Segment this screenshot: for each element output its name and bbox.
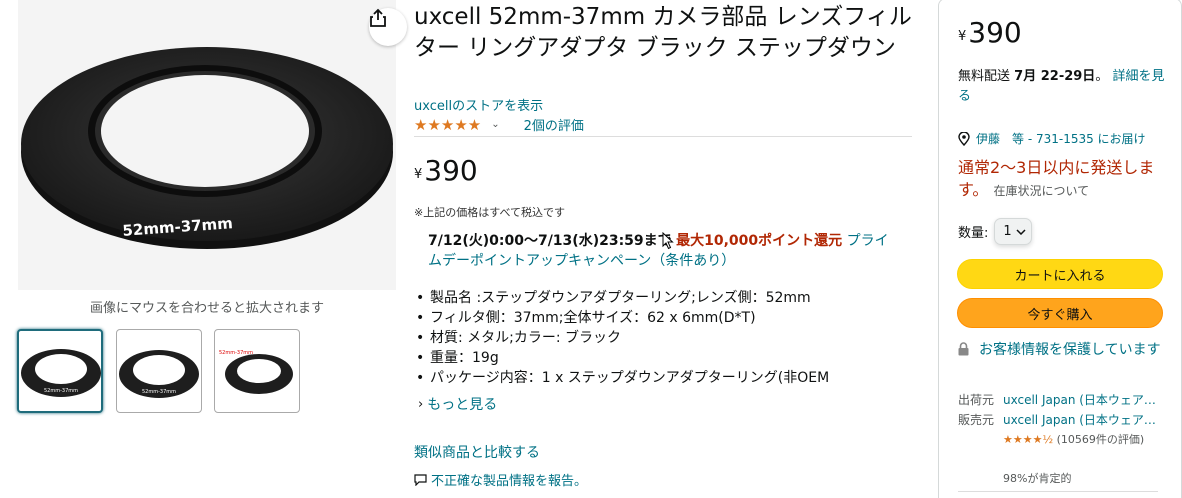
delivery-prefix: 無料配送 [958, 69, 1011, 84]
promo-points: 最大10,000ポイント還元 [676, 233, 843, 249]
location-label[interactable]: 伊藤 等 - 731-1535 にお届け [976, 130, 1146, 147]
quantity-select[interactable]: 1 [994, 218, 1033, 245]
compare-link[interactable]: 類似商品と比較する [414, 442, 540, 462]
report-label[interactable]: 不正確な製品情報を報告。 [431, 470, 587, 489]
rating-row: ★★★★★ ⌄ 2個の評価 [414, 115, 584, 135]
zoom-hint: 画像にマウスを合わせると拡大されます [89, 301, 324, 316]
delivery-suffix: 。 [1095, 69, 1109, 84]
feature-bullet: 重量：19g [414, 348, 914, 368]
feature-bullet: パッケージ内容：1 x ステップダウンアダプターリング(非OEM [414, 368, 914, 388]
thumbnail-2[interactable]: 52mm-37mm [116, 329, 202, 413]
mouse-cursor-icon [662, 232, 674, 250]
shipper-row: 出荷元 uxcell Japan (日本ウェア… [958, 390, 1163, 410]
buy-now-button[interactable]: 今すぐ購入 [957, 298, 1163, 328]
shipper-value[interactable]: uxcell Japan (日本ウェア… [1003, 390, 1163, 410]
lens-ring-image: 52mm-37mm [21, 47, 393, 249]
secure-transaction[interactable]: お客様情報を保護しています [958, 340, 1170, 360]
delivery-date: 7月 22-29日 [1014, 69, 1096, 84]
show-more-link[interactable]: › もっと見る [418, 394, 497, 414]
promo-period: 7/12(火)0:00〜7/13(水)23:59まで [428, 233, 672, 249]
quantity-row: 数量: 1 [958, 218, 1033, 245]
currency-symbol: ¥ [958, 29, 967, 44]
seller-rating[interactable]: ★★★★½ (10569件の評価) [1003, 430, 1173, 450]
feature-bullets: 製品名 :ステップダウンアダプターリング;レンズ側：52mm フィルタ側：37m… [414, 288, 914, 388]
thumbnail-image: 52mm-37mm [219, 350, 293, 394]
thumbnail-3[interactable]: 52mm-37mm [214, 329, 300, 413]
seller-row: 販売元 uxcell Japan (日本ウェア… [958, 410, 1163, 430]
share-button[interactable] [369, 8, 407, 46]
feature-bullet: フィルタ側：37mm;全体サイズ：62 x 6mm(D*T) [414, 308, 914, 328]
seller-value[interactable]: uxcell Japan (日本ウェア… [1003, 410, 1163, 430]
product-price: ¥390 [414, 154, 478, 188]
thumbnail-1[interactable]: 52mm-37mm [17, 329, 103, 413]
seller-positive: 98%が肯定的 [1003, 472, 1072, 485]
buybox-price: ¥390 [958, 16, 1022, 50]
thumbnail-image: 52mm-37mm [21, 349, 101, 397]
lock-icon [958, 342, 969, 356]
report-icon [414, 473, 427, 486]
rating-stars[interactable]: ★★★★★ [414, 116, 481, 134]
shipper-label: 出荷元 [958, 393, 995, 407]
seller-stars: ★★★★½ [1003, 433, 1054, 446]
divider [958, 491, 1158, 492]
delivery-location[interactable]: 伊藤 等 - 731-1535 にお届け [958, 130, 1146, 147]
quantity-value: 1 [1003, 224, 1012, 239]
report-link[interactable]: 不正確な製品情報を報告。 [414, 470, 587, 489]
add-to-cart-button[interactable]: カートに入れる [957, 259, 1163, 289]
thumbnail-image: 52mm-37mm [119, 350, 199, 398]
chevron-down-icon [1016, 228, 1026, 235]
main-product-image[interactable]: 52mm-37mm [18, 0, 407, 290]
seller-label: 販売元 [958, 413, 995, 427]
price-value: 390 [424, 154, 478, 187]
stock-status: 通常2～3日以内に発送します。 在庫状況について [958, 157, 1170, 202]
divider [414, 136, 912, 137]
location-pin-icon [958, 131, 970, 146]
stock-info-link[interactable]: 在庫状況について [994, 184, 1090, 198]
delivery-info: 無料配送 7月 22-29日。 詳細を見る [958, 67, 1170, 107]
seller-rating-count: (10569件の評価) [1056, 433, 1145, 446]
share-icon [370, 8, 386, 27]
tax-note: ※上記の価格はすべて税込です [414, 206, 566, 219]
seller-info: 出荷元 uxcell Japan (日本ウェア… 販売元 uxcell Japa… [958, 390, 1163, 430]
store-link[interactable]: uxcellのストアを表示 [414, 95, 543, 114]
chevron-down-icon[interactable]: ⌄ [491, 119, 499, 130]
quantity-label: 数量: [958, 226, 989, 241]
thumbnail-label: 52mm-37mm [142, 389, 176, 395]
secure-label[interactable]: お客様情報を保護しています [979, 340, 1161, 360]
feature-bullet: 製品名 :ステップダウンアダプターリング;レンズ側：52mm [414, 288, 914, 308]
price-value: 390 [968, 16, 1022, 49]
feature-bullet: 材質: メタル;カラー: ブラック [414, 328, 914, 348]
show-more-label[interactable]: もっと見る [427, 394, 497, 414]
thumbnail-label: 52mm-37mm [44, 388, 78, 394]
currency-symbol: ¥ [414, 167, 423, 182]
product-title: uxcell 52mm-37mm カメラ部品 レンズフィルター リングアダプタ … [414, 4, 912, 61]
chevron-right-icon: › [418, 396, 424, 412]
rating-count-link[interactable]: 2個の評価 [524, 115, 584, 134]
